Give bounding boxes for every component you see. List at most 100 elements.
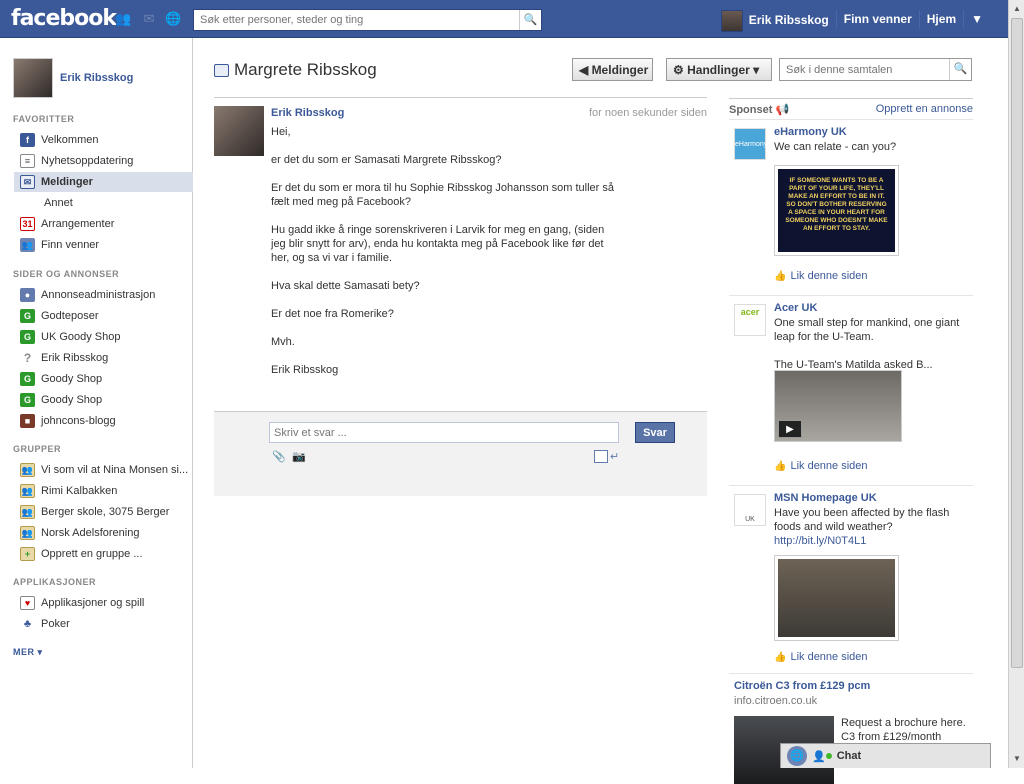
like-page-link[interactable]: Lik denne siden [774,651,867,663]
more-link[interactable]: MER ▾ [13,647,43,658]
nav-find-friends[interactable]: Finn venner [835,10,919,28]
globe-icon[interactable]: 🌐 [787,746,807,766]
sidebar-item-page[interactable]: G Godteposer [14,306,193,326]
sidebar-item-page[interactable]: G UK Goody Shop [14,327,193,347]
eharmony-logo-icon: eHarmony [734,128,767,160]
sidebar-item-page[interactable]: G Goody Shop [14,390,193,410]
main-content: Margrete Ribsskog ◀ Meldinger ⚙ Handling… [194,38,1008,784]
attach-file-icon[interactable]: 📎 [272,450,286,463]
ad-title[interactable]: Acer UK [774,302,817,314]
sidebar-item-welcome[interactable]: f Velkommen [14,130,193,150]
group-icon: 👥 [20,463,35,477]
ads-header-title: Sponset [729,103,773,116]
sidebar-item-apps[interactable]: ♥ Applikasjoner og spill [14,593,193,613]
goody-logo-icon: G [20,372,35,386]
camera-icon[interactable]: 📷 [292,450,306,463]
sidebar-item-events[interactable]: 31 Arrangementer [14,214,193,234]
search-icon[interactable]: 🔍 [949,59,971,80]
sidebar-item-group[interactable]: 👥 Vi som vil at Nina Monsen si... [14,460,193,480]
friend-requests-icon[interactable]: 👥 [115,12,131,26]
global-search-input[interactable] [194,10,514,30]
profile-link[interactable]: Erik Ribsskog [714,10,836,32]
sidebar-item-label: Meldinger [41,176,93,188]
global-search: 🔍 [193,9,542,31]
sidebar-item-group[interactable]: 👥 Rimi Kalbakken [14,481,193,501]
ad-link[interactable]: http://bit.ly/N0T4L1 [774,534,969,548]
sidebar-item-group[interactable]: 👥 Norsk Adelsforening [14,523,193,543]
msn-butterfly-icon: UK [734,494,766,526]
messages-icon[interactable]: ✉ [141,12,157,26]
sidebar-item-label: Arrangementer [41,218,115,230]
reply-button[interactable]: Svar [635,422,675,443]
question-icon: ? [20,351,35,365]
friends-icon: 👥 [20,238,35,252]
message-author[interactable]: Erik Ribsskog [271,107,344,119]
sidebar-item-poker[interactable]: ♣ Poker [14,614,193,634]
sidebar-item-other[interactable]: Annet [14,193,193,213]
actions-label: Handlinger [687,62,750,77]
sidebar-item-page[interactable]: ■ johncons-blogg [14,411,193,431]
conversation-search-input[interactable] [780,59,945,80]
sidebar-profile-name[interactable]: Erik Ribsskog [60,72,133,84]
scroll-up-arrow-icon[interactable]: ▲ [1011,2,1023,16]
ad-item[interactable]: UK MSN Homepage UK Have you been affecte… [729,486,973,674]
sidebar-item-page[interactable]: ? Erik Ribsskog [14,348,193,368]
sidebar-item-messages[interactable]: ✉ Meldinger [14,172,193,192]
megaphone-icon: 📢 [775,103,790,116]
vertical-scrollbar[interactable]: ▲ ▼ [1008,0,1024,768]
sidebar-item-find-friends[interactable]: 👥 Finn venner [14,235,193,255]
group-icon: 👥 [20,505,35,519]
sidebar-item-label: Annonseadministrasjon [41,289,156,301]
play-icon[interactable]: ▶ [778,420,802,438]
scroll-down-arrow-icon[interactable]: ▼ [1011,752,1023,766]
calendar-icon: 31 [20,217,35,231]
sidebar-item-group[interactable]: 👥 Berger skole, 3075 Berger [14,502,193,522]
ad-title[interactable]: Citroën C3 from £129 pcm [734,680,870,692]
ad-image[interactable] [774,555,899,641]
search-icon[interactable]: 🔍 [519,10,541,30]
message-body: Hei, er det du som er Samasati Margrete … [271,126,614,376]
sidebar-item-label: Rimi Kalbakken [41,485,118,497]
online-status-dot [825,753,832,759]
message-timestamp: for noen sekunder siden [588,107,707,119]
conversation-title-text: Margrete Ribsskog [234,60,377,79]
sidebar-profile[interactable]: Erik Ribsskog [13,58,133,98]
message-author-avatar[interactable] [214,106,264,156]
like-page-link[interactable]: Lik denne siden [774,270,867,282]
create-ad-link[interactable]: Opprett en annonse [876,103,973,115]
ads-manager-icon: ● [20,288,35,302]
scrollbar-thumb[interactable] [1011,18,1023,668]
press-enter-checkbox[interactable] [594,450,608,463]
sidebar-item-newsfeed[interactable]: ≡ Nyhetsoppdatering [14,151,193,171]
ad-body: Have you been affected by the flash food… [774,507,950,533]
facebook-logo[interactable]: facebook [11,6,117,31]
ad-image[interactable]: IF SOMEONE WANTS TO BE A PART OF YOUR LI… [774,165,899,256]
message-thread: Erik Ribsskog for noen sekunder siden He… [214,97,707,376]
top-bar: facebook 👥 ✉ 🌐 🔍 Erik Ribsskog Finn venn… [0,0,1008,38]
ad-video-thumbnail[interactable]: ▶ [774,370,902,442]
acer-logo-icon: acer [734,304,766,336]
reply-composer: Svar 📎 📷 ↵ [214,411,707,496]
sidebar-item-label: Velkommen [41,134,99,146]
sidebar-item-label: Finn venner [41,239,100,251]
sidebar-item-page[interactable]: G Goody Shop [14,369,193,389]
nav-home[interactable]: Hjem [918,10,963,28]
reply-input[interactable] [269,422,619,443]
group-icon: 👥 [20,484,35,498]
account-menu-chevron-icon[interactable]: ▼ [963,10,990,28]
notifications-icon[interactable]: 🌐 [165,12,181,26]
sidebar-item-create-group[interactable]: + Opprett en gruppe ... [14,544,193,564]
sidebar-item-label: UK Goody Shop [41,331,121,343]
ad-item[interactable]: eHarmony eHarmony UK We can relate - can… [729,120,973,296]
goody-logo-icon: G [20,393,35,407]
ad-item[interactable]: acer Acer UK One small step for mankind,… [729,296,973,486]
back-to-messages-button[interactable]: ◀ Meldinger [572,58,653,81]
actions-button[interactable]: ⚙ Handlinger ▾ [666,58,772,81]
ad-title[interactable]: eHarmony UK [774,126,847,138]
chat-bar[interactable]: 🌐 👤 Chat [780,743,991,768]
like-page-link[interactable]: Lik denne siden [774,460,867,472]
ad-title[interactable]: MSN Homepage UK [774,492,877,504]
profile-avatar[interactable] [13,58,53,98]
sidebar-item-ads-manager[interactable]: ● Annonseadministrasjon [14,285,193,305]
newsfeed-icon: ≡ [20,154,35,168]
